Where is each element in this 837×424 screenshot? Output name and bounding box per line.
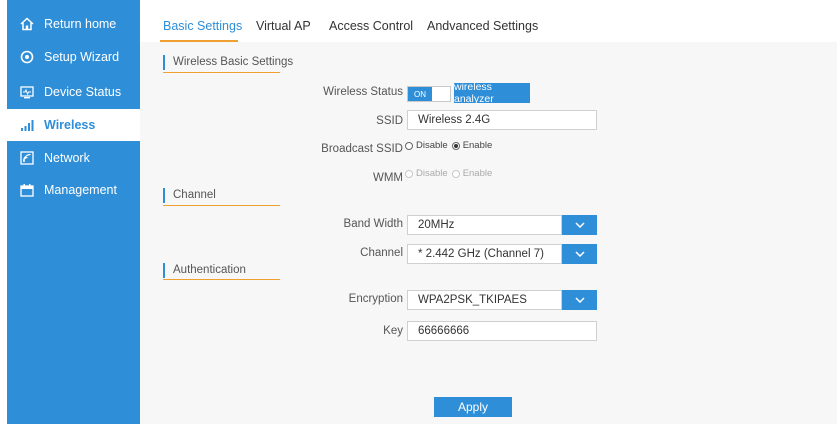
sidebar-item-management[interactable]: Management xyxy=(7,174,140,206)
wireless-status-label: Wireless Status xyxy=(323,86,403,98)
section-channel: Channel xyxy=(163,186,216,204)
encryption-dropdown-button[interactable] xyxy=(562,290,597,310)
broadcast-ssid-label: Broadcast SSID xyxy=(321,143,403,155)
band-width-select[interactable]: 20MHz xyxy=(407,215,562,235)
tab-basic-settings[interactable]: Basic Settings xyxy=(163,19,242,33)
tab-virtual-ap[interactable]: Virtual AP xyxy=(256,19,311,33)
sidebar-item-label: Management xyxy=(44,183,117,197)
sidebar-item-label: Setup Wizard xyxy=(44,50,120,64)
monitor-icon xyxy=(20,85,34,99)
band-width-dropdown-button[interactable] xyxy=(562,215,597,235)
chevron-down-icon xyxy=(574,297,585,303)
section-title: Authentication xyxy=(173,264,246,276)
channel-select[interactable]: * 2.442 GHz (Channel 7) xyxy=(407,244,562,264)
sidebar-item-device-status[interactable]: Device Status xyxy=(7,76,140,108)
broadcast-ssid-enable-radio[interactable] xyxy=(451,141,460,150)
encryption-label: Encryption xyxy=(348,293,403,305)
section-wireless-basic: Wireless Basic Settings xyxy=(163,53,293,71)
sidebar-item-label: Return home xyxy=(44,17,117,31)
section-underline xyxy=(163,279,280,280)
wmm-disable-radio[interactable] xyxy=(405,169,413,178)
band-width-label: Band Width xyxy=(343,218,403,230)
key-label: Key xyxy=(383,325,403,337)
sidebar-item-label: Network xyxy=(44,151,90,165)
toggle-on-text: ON xyxy=(408,87,432,101)
channel-label: Channel xyxy=(360,247,403,259)
sidebar-item-return-home[interactable]: Return home xyxy=(7,8,140,40)
apply-button[interactable]: Apply xyxy=(434,397,512,417)
sidebar-item-setup-wizard[interactable]: Setup Wizard xyxy=(7,41,140,73)
wireless-analyzer-button[interactable]: wireless analyzer xyxy=(454,81,530,105)
signal-bars-icon xyxy=(20,118,34,132)
wmm-label: WMM xyxy=(372,172,403,184)
chevron-down-icon xyxy=(574,222,585,228)
sidebar: Return home Setup Wizard Device Status W… xyxy=(7,0,140,424)
wizard-icon xyxy=(20,50,34,64)
management-icon xyxy=(20,183,34,197)
section-title: Channel xyxy=(173,189,216,201)
wmm-enable-radio[interactable] xyxy=(451,169,460,178)
radio-label: Enable xyxy=(462,140,493,151)
chevron-down-icon xyxy=(574,251,585,257)
sidebar-item-label: Device Status xyxy=(44,85,122,99)
wmm-radio-group: Disable Enable xyxy=(405,168,492,179)
sidebar-item-network[interactable]: Network xyxy=(7,142,140,174)
home-icon xyxy=(20,17,34,31)
radio-label: Disable xyxy=(416,140,448,151)
section-authentication: Authentication xyxy=(163,261,246,279)
radio-label: Disable xyxy=(416,168,448,179)
broadcast-ssid-radio-group: Disable Enable xyxy=(405,140,492,151)
tab-access-control[interactable]: Access Control xyxy=(329,19,413,33)
channel-dropdown-button[interactable] xyxy=(562,244,597,264)
broadcast-ssid-disable-radio[interactable] xyxy=(405,141,413,150)
section-underline xyxy=(163,205,280,206)
sidebar-item-label: Wireless xyxy=(44,118,96,132)
key-input[interactable]: 66666666 xyxy=(407,321,597,341)
ssid-label: SSID xyxy=(376,115,403,127)
tab-bar: Basic Settings Virtual AP Access Control… xyxy=(140,0,837,42)
tab-advanced-settings[interactable]: Andvanced Settings xyxy=(427,19,538,33)
section-title: Wireless Basic Settings xyxy=(173,56,294,68)
sidebar-item-wireless[interactable]: Wireless xyxy=(7,109,140,141)
radio-label: Enable xyxy=(462,168,493,179)
network-icon xyxy=(20,151,34,165)
section-underline xyxy=(163,72,280,73)
ssid-input[interactable]: Wireless 2.4G xyxy=(407,110,597,130)
main-content: Wireless Basic Settings Wireless Status … xyxy=(140,42,837,424)
wireless-status-toggle[interactable]: ON xyxy=(407,86,451,102)
encryption-select[interactable]: WPA2PSK_TKIPAES xyxy=(407,290,562,310)
